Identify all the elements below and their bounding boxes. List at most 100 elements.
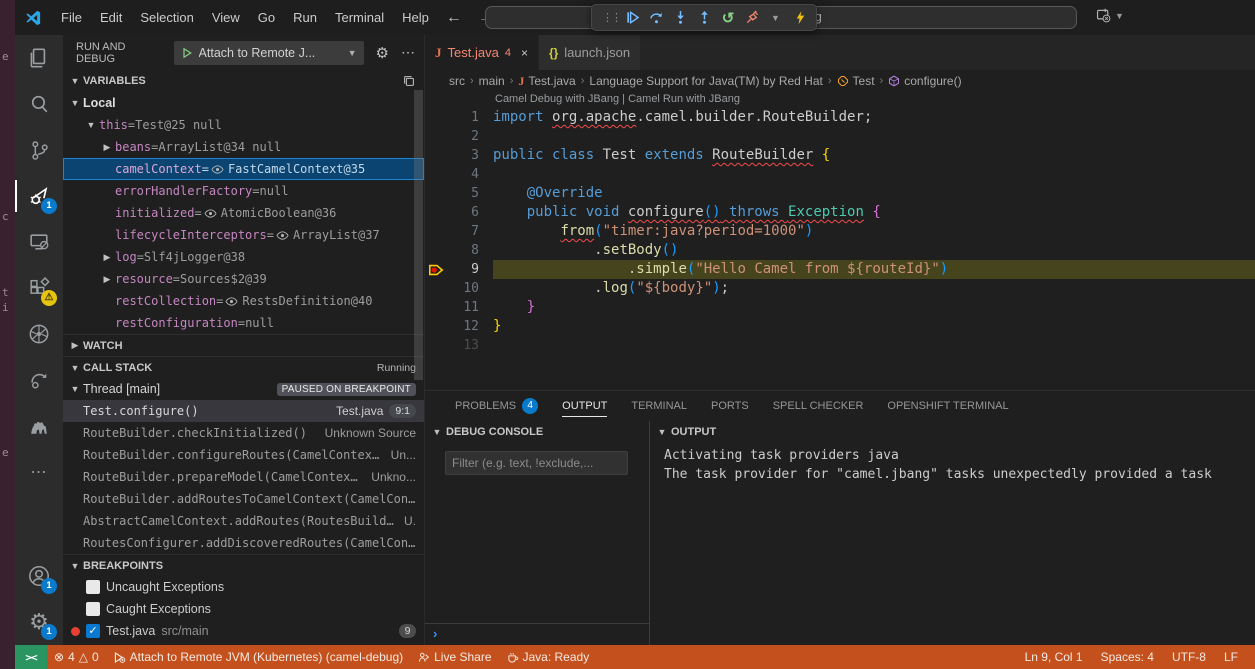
menu-item-run[interactable]: Run	[284, 0, 326, 35]
indent-indicator[interactable]: Spaces: 4	[1092, 645, 1163, 669]
stack-frame-row[interactable]: RouteBuilder.configureRoutes(CamelContex…	[63, 444, 424, 466]
stack-frame-row[interactable]: RouteBuilder.checkInitialized()Unknown S…	[63, 422, 424, 444]
code-area[interactable]: 1import org.apache.camel.builder.RouteBu…	[425, 108, 1255, 355]
source-control-icon[interactable]	[15, 127, 63, 173]
launch-config-dropdown[interactable]: Attach to Remote J... ▼	[174, 41, 364, 65]
menu-item-terminal[interactable]: Terminal	[326, 0, 393, 35]
step-over-icon[interactable]	[645, 7, 667, 29]
encoding-indicator[interactable]: UTF-8	[1163, 645, 1215, 669]
breakpoint-current-line-icon[interactable]	[425, 263, 447, 277]
sidebar-scrollbar[interactable]	[414, 90, 423, 380]
panel-tab-openshift-terminal[interactable]: OPENSHIFT TERMINAL	[887, 391, 1008, 421]
problems-status[interactable]: ⊗ 4 △ 0	[47, 645, 106, 669]
restart-icon[interactable]: ↺	[717, 7, 739, 29]
watch-section-header[interactable]: ▶ WATCH	[63, 334, 424, 356]
menu-item-go[interactable]: Go	[249, 0, 284, 35]
menu-item-view[interactable]: View	[203, 0, 249, 35]
debug-target-status[interactable]: Attach to Remote JVM (Kubernetes) (camel…	[106, 645, 410, 669]
thread-row[interactable]: ▼ Thread [main] PAUSED ON BREAKPOINT	[63, 378, 424, 400]
explorer-icon[interactable]	[15, 35, 63, 81]
gutter[interactable]: 12	[425, 317, 493, 336]
remote-explorer-icon[interactable]	[15, 219, 63, 265]
variable-row[interactable]: ▶beans = ArrayList@34 null	[63, 136, 424, 158]
breakpoint-checkbox[interactable]	[86, 580, 100, 594]
collapse-all-icon[interactable]	[402, 74, 416, 88]
breadcrumb-item[interactable]: main	[479, 74, 505, 88]
breadcrumb-item[interactable]: Test	[837, 74, 875, 88]
code-line[interactable]: 5 @Override	[425, 184, 1255, 203]
gutter[interactable]: 8	[425, 241, 493, 260]
live-share-status[interactable]: Live Share	[410, 645, 498, 669]
extensions-icon[interactable]: ⚠	[15, 265, 63, 311]
layout-customize-button[interactable]: ▼	[1095, 7, 1124, 24]
java-status[interactable]: Java: Ready	[499, 645, 597, 669]
code-line[interactable]: 11 }	[425, 298, 1255, 317]
debug-console-header[interactable]: ▼ DEBUG CONSOLE	[425, 421, 649, 443]
hot-code-replace-icon[interactable]	[789, 7, 811, 29]
code-line[interactable]: 13	[425, 336, 1255, 355]
step-out-icon[interactable]	[693, 7, 715, 29]
gear-icon[interactable]: ⚙	[376, 44, 389, 62]
codelens-actions[interactable]: Camel Debug with JBang | Camel Run with …	[425, 92, 1255, 108]
continue-icon[interactable]	[621, 7, 643, 29]
gutter[interactable]: 10	[425, 279, 493, 298]
openshift-icon[interactable]	[15, 357, 63, 403]
eye-icon[interactable]	[225, 295, 238, 308]
breakpoint-row[interactable]: Uncaught Exceptions	[63, 576, 424, 598]
tab-launch-json[interactable]: {}launch.json	[539, 35, 640, 70]
menu-item-edit[interactable]: Edit	[91, 0, 131, 35]
variable-row[interactable]: ▼Local	[63, 92, 424, 114]
variable-row[interactable]: ▶log = Slf4jLogger@38	[63, 246, 424, 268]
gutter[interactable]: 7	[425, 222, 493, 241]
panel-tab-output[interactable]: OUTPUT	[562, 391, 607, 421]
gutter[interactable]: 13	[425, 336, 493, 355]
repl-input-row[interactable]: ›	[425, 623, 649, 643]
callstack-section-header[interactable]: ▼ CALL STACK Running	[63, 356, 424, 378]
gutter[interactable]: 9	[425, 260, 493, 279]
code-line[interactable]: 8 .setBody()	[425, 241, 1255, 260]
tab-test-java[interactable]: JTest.java4×	[425, 35, 538, 70]
code-line[interactable]: 2	[425, 127, 1255, 146]
stack-frame-row[interactable]: RouteBuilder.addRoutesToCamelContext(Cam…	[63, 488, 424, 510]
back-arrow-icon[interactable]: ←	[438, 9, 470, 27]
code-line[interactable]: 6 public void configure() throws Excepti…	[425, 203, 1255, 222]
breadcrumb[interactable]: src›main›JTest.java›Language Support for…	[425, 70, 1255, 92]
breadcrumb-item[interactable]: src	[449, 74, 465, 88]
gutter[interactable]: 11	[425, 298, 493, 317]
kubernetes-icon[interactable]	[15, 311, 63, 357]
eol-indicator[interactable]: LF	[1215, 645, 1247, 669]
run-and-debug-icon[interactable]: 1	[15, 173, 63, 219]
line-col-indicator[interactable]: Ln 9, Col 1	[1016, 645, 1092, 669]
stack-frame-row[interactable]: RouteBuilder.prepareModel(CamelContext)U…	[63, 466, 424, 488]
variable-row[interactable]: restCollection = RestsDefinition@40	[63, 290, 424, 312]
breakpoints-section-header[interactable]: ▼ BREAKPOINTS	[63, 554, 424, 576]
variable-row[interactable]: ▼this = Test@25 null	[63, 114, 424, 136]
search-icon[interactable]	[15, 81, 63, 127]
variable-row[interactable]: initialized = AtomicBoolean@36	[63, 202, 424, 224]
variable-row[interactable]: lifecycleInterceptors = ArrayList@37	[63, 224, 424, 246]
breakpoint-row[interactable]: Caught Exceptions	[63, 598, 424, 620]
output-header[interactable]: ▼ OUTPUT	[650, 421, 1255, 443]
breakpoint-row[interactable]: ✓Test.javasrc/main9	[63, 620, 424, 642]
code-line[interactable]: 12}	[425, 317, 1255, 336]
eye-icon[interactable]	[211, 163, 224, 176]
disconnect-icon[interactable]	[741, 7, 763, 29]
gutter[interactable]: 3	[425, 146, 493, 165]
breadcrumb-item[interactable]: Language Support for Java(TM) by Red Hat	[589, 74, 822, 88]
panel-tab-terminal[interactable]: TERMINAL	[631, 391, 687, 421]
accounts-icon[interactable]: 1	[15, 553, 63, 599]
code-line[interactable]: 9 .simple("Hello Camel from ${routeId}")	[425, 260, 1255, 279]
code-line[interactable]: 3public class Test extends RouteBuilder …	[425, 146, 1255, 165]
code-line[interactable]: 10 .log("${body}");	[425, 279, 1255, 298]
debug-console-filter-input[interactable]: Filter (e.g. text, !exclude,...	[445, 451, 628, 475]
panel-tab-ports[interactable]: PORTS	[711, 391, 749, 421]
gutter[interactable]: 5	[425, 184, 493, 203]
breakpoint-checkbox[interactable]	[86, 602, 100, 616]
stack-frame-row[interactable]: Test.configure()Test.java9:1	[63, 400, 424, 422]
code-line[interactable]: 4	[425, 165, 1255, 184]
breadcrumb-item[interactable]: configure()	[888, 74, 961, 88]
close-icon[interactable]: ×	[521, 46, 528, 60]
breakpoint-checkbox[interactable]: ✓	[86, 624, 100, 638]
code-line[interactable]: 7 from("timer:java?period=1000")	[425, 222, 1255, 241]
variables-section-header[interactable]: ▼ VARIABLES	[63, 70, 424, 92]
